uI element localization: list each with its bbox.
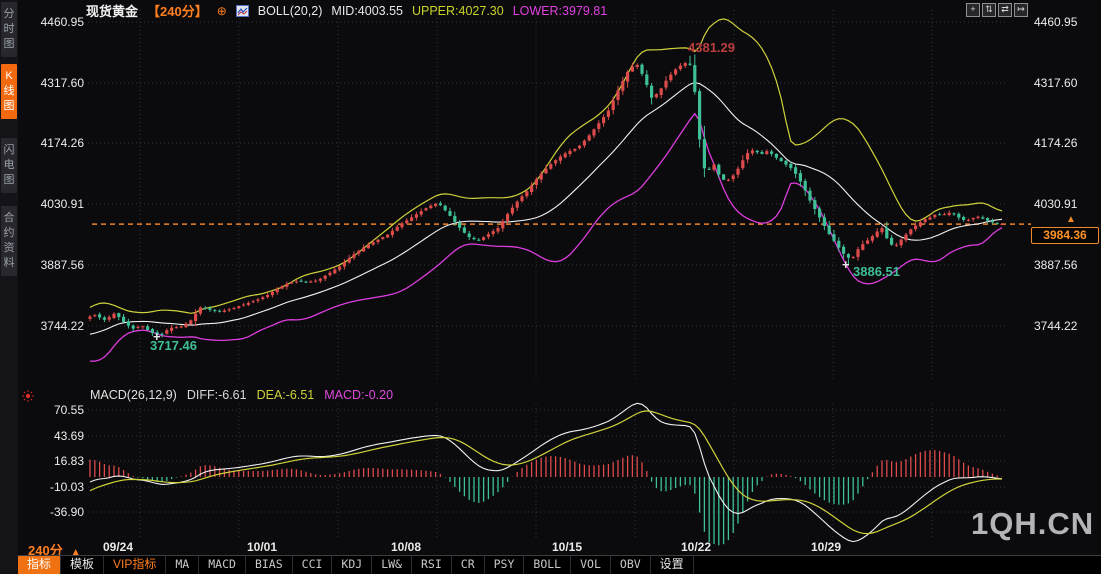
indicator-toolbar: 指标模板VIP指标MAMACDBIASCCIKDJLW&RSICRPSYBOLL…: [18, 555, 1101, 574]
candles: [88, 55, 1003, 338]
price-axis-label-right: 3887.56: [1034, 258, 1077, 272]
chart-canvas[interactable]: [0, 0, 1101, 574]
price-axis-label-left: 3887.56: [24, 258, 84, 272]
indicator-dot-icon: [22, 390, 34, 402]
toolbar-tab-VOL[interactable]: VOL: [571, 556, 611, 574]
boll-label: BOLL(20,2): [258, 4, 323, 18]
toolbar-tab-MA[interactable]: MA: [166, 556, 199, 574]
annotation-high-label: 4381.29: [688, 40, 735, 55]
y-axis-zoom-icon[interactable]: ⇅: [982, 3, 996, 17]
x-axis-zoom-icon[interactable]: ⇄: [998, 3, 1012, 17]
price-axis-label-right: 3744.22: [1034, 319, 1077, 333]
price-axis-label-left: 4460.95: [24, 15, 84, 29]
date-label: 10/08: [391, 540, 421, 554]
toolbar-tab-BOLL[interactable]: BOLL: [524, 556, 571, 574]
price-axis-label-left: 4174.26: [24, 136, 84, 150]
header-row: 现货黄金 【240分】 ⊕ BOLL(20,2) MID:4003.55 UPP…: [86, 2, 607, 19]
macd-pane: [90, 403, 1002, 545]
macd-axis-label: -10.03: [24, 480, 84, 494]
date-label: 10/15: [552, 540, 582, 554]
sidebar-item[interactable]: K线图: [1, 64, 17, 119]
toolbar-tab-模板[interactable]: 模板: [61, 556, 104, 574]
crosshair-icon[interactable]: +: [966, 3, 980, 17]
extreme-cross-icon: +: [842, 257, 850, 272]
toolbar-tab-MACD[interactable]: MACD: [199, 556, 246, 574]
macd-title: MACD(26,12,9): [90, 388, 177, 402]
toolbar-tab-CR[interactable]: CR: [452, 556, 485, 574]
sidebar: 分时图 K线图闪电图合约资料: [0, 0, 18, 574]
toolbar-icons: +⇅⇄↦: [966, 3, 1028, 17]
toolbar-tab-CCI[interactable]: CCI: [293, 556, 333, 574]
toolbar-tab-LW&[interactable]: LW&: [372, 556, 412, 574]
sidebar-item[interactable]: 合约资料: [1, 206, 17, 276]
pan-right-icon[interactable]: ↦: [1014, 3, 1028, 17]
macd-axis-label: 16.83: [24, 454, 84, 468]
boll-lower-label: LOWER:3979.81: [513, 4, 608, 18]
macd-axis-label: 70.55: [24, 403, 84, 417]
price-pin-icon: ▲: [1066, 214, 1076, 225]
extreme-cross-icon: +: [153, 329, 161, 344]
toolbar-tab-OBV[interactable]: OBV: [611, 556, 651, 574]
price-axis-label-right: 4317.60: [1034, 76, 1077, 90]
boll-bands: [90, 19, 1002, 361]
toolbar-tab-设置[interactable]: 设置: [651, 556, 694, 574]
sidebar-item[interactable]: 闪电图: [1, 138, 17, 193]
price-axis-label-right: 4174.26: [1034, 136, 1077, 150]
toolbar-tab-指标[interactable]: 指标: [18, 556, 61, 574]
macd-dea-label: DEA:-6.51: [257, 388, 315, 402]
watermark: 1QH.CN: [971, 506, 1094, 542]
toolbar-tab-KDJ[interactable]: KDJ: [332, 556, 372, 574]
date-label: 10/29: [811, 540, 841, 554]
date-label: 09/24: [103, 540, 133, 554]
macd-diff-label: DIFF:-6.61: [187, 388, 247, 402]
annotation-low-label: 3886.51: [853, 264, 900, 279]
price-axis-label-right: 4460.95: [1034, 15, 1077, 29]
toolbar-tab-RSI[interactable]: RSI: [412, 556, 452, 574]
macd-header: MACD(26,12,9) DIFF:-6.61 DEA:-6.51 MACD:…: [90, 388, 393, 402]
date-label: 10/22: [681, 540, 711, 554]
toolbar-tab-BIAS[interactable]: BIAS: [246, 556, 293, 574]
circle-plus-icon[interactable]: ⊕: [217, 4, 227, 18]
price-axis-label-left: 3744.22: [24, 319, 84, 333]
chart-style-icon[interactable]: [236, 5, 249, 17]
macd-axis-label: 43.69: [24, 429, 84, 443]
price-axis-label-left: 4030.91: [24, 197, 84, 211]
sidebar-item[interactable]: 分时图: [1, 2, 17, 57]
toolbar-tab-VIP指标[interactable]: VIP指标: [104, 556, 166, 574]
price-axis-label-right: 4030.91: [1034, 197, 1077, 211]
price-axis-label-left: 4317.60: [24, 76, 84, 90]
boll-upper-label: UPPER:4027.30: [412, 4, 504, 18]
date-label: 10/01: [247, 540, 277, 554]
symbol-label: 现货黄金: [86, 1, 138, 20]
macd-macd-label: MACD:-0.20: [324, 388, 393, 402]
boll-mid-label: MID:4003.55: [331, 4, 403, 18]
macd-axis-label: -36.90: [24, 505, 84, 519]
price-tag: 3984.36: [1031, 227, 1099, 244]
period-label[interactable]: 【240分】: [147, 1, 208, 20]
toolbar-tab-PSY[interactable]: PSY: [485, 556, 525, 574]
